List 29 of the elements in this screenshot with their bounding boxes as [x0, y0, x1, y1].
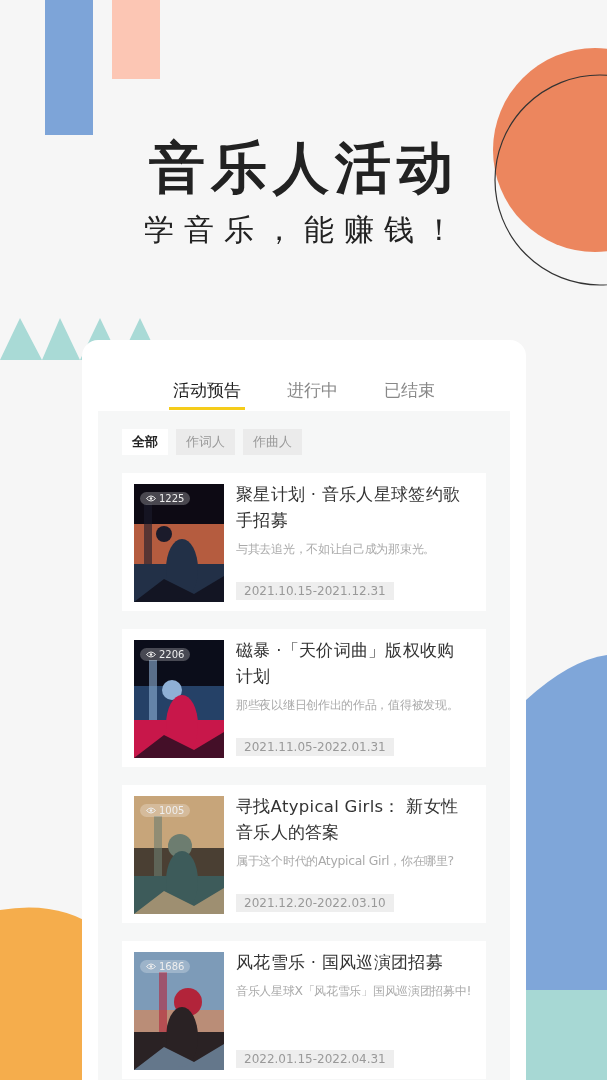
event-dates: 2021.10.15-2021.12.31 [236, 582, 394, 600]
eye-icon [146, 807, 156, 814]
event-description: 那些夜以继日创作出的作品，值得被发现。 [236, 696, 460, 714]
filter-chip[interactable]: 全部 [122, 429, 168, 455]
event-description: 属于这个时代的Atypical Girl，你在哪里? [236, 852, 455, 870]
view-count-badge: 1686 [140, 960, 191, 973]
event-dates: 2021.12.20-2022.03.10 [236, 894, 394, 912]
event-title: 寻找Atypical Girls： 新女性音乐人的答案 [236, 796, 460, 844]
eye-icon [146, 651, 156, 658]
event-title: 风花雪乐 · 国风巡演团招募 [236, 952, 444, 974]
event-card[interactable]: 1686 风花雪乐 · 国风巡演团招募 音乐人星球X「风花雪乐」国风巡演团招募中! 2022.01.15-2022.04.31 [122, 941, 486, 1079]
eye-icon [146, 963, 156, 970]
event-title: 磁暴 ·「天价词曲」版权收购计划 [236, 640, 456, 688]
view-count-badge: 2206 [140, 648, 191, 661]
tab[interactable]: 进行中 [283, 374, 342, 410]
event-card[interactable]: 1005 寻找Atypical Girls： 新女性音乐人的答案 属于这个时代的Atypical Girl，你在哪里? 2021.12.20-2022.03.10 [122, 785, 486, 923]
event-description: 音乐人星球X「风花雪乐」国风巡演团招募中! [236, 982, 473, 1000]
eye-icon [146, 495, 156, 502]
event-dates: 2022.01.15-2022.04.31 [236, 1050, 394, 1068]
subtitle: 学音乐，能赚钱！ [142, 211, 465, 249]
tab[interactable]: 已结束 [380, 374, 439, 410]
view-count-badge: 1005 [140, 804, 191, 817]
headline: 音乐人活动 [147, 134, 460, 202]
event-card[interactable]: 2206 磁暴 ·「天价词曲」版权收购计划 那些夜以继日创作出的作品，值得被发现。 2021.11.05-2022.01.31 [122, 629, 486, 767]
event-card[interactable]: 1225 聚星计划 · 音乐人星球签约歌手招募 与其去追光，不如让自己成为那束光。 2021.10.15-2021.12.31 [122, 473, 486, 611]
event-dates: 2021.11.05-2022.01.31 [236, 738, 394, 756]
event-title: 聚星计划 · 音乐人星球签约歌手招募 [236, 484, 462, 532]
event-description: 与其去追光，不如让自己成为那束光。 [236, 540, 436, 558]
view-count-badge: 1225 [140, 492, 191, 505]
